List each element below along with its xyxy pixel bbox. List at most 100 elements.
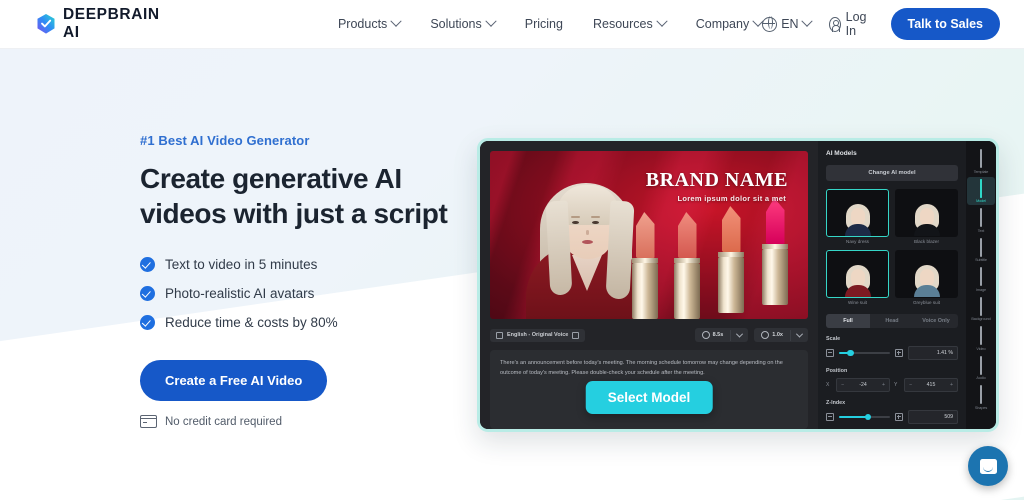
brand-logo-link[interactable]: DEEPBRAIN AI (36, 6, 175, 42)
user-circle-icon (828, 16, 841, 33)
rail-item-subtitle[interactable]: Subtitle (967, 236, 995, 265)
speed-dropdown-toggle[interactable] (790, 329, 808, 341)
tab-voice-only[interactable]: Voice Only (914, 314, 958, 328)
stage-brand-title: BRAND NAME (645, 169, 788, 191)
site-header: DEEPBRAIN AI Products Solutions Pricing … (0, 0, 1024, 49)
position-x-stepper[interactable]: − -24 + (836, 378, 890, 392)
rail-label: Model (976, 199, 986, 203)
editor-main-area: BRAND NAME Lorem ipsum dolor sit a met E… (480, 141, 818, 429)
rail-item-template[interactable]: Template (967, 147, 995, 176)
login-link[interactable]: Log In (828, 10, 873, 38)
nav-label: Company (695, 17, 750, 31)
brand-name: DEEPBRAIN AI (63, 6, 160, 41)
rail-label: Shapes (974, 405, 988, 410)
model-thumbnail[interactable]: Navy dress (826, 189, 889, 244)
plus-icon[interactable] (895, 413, 903, 421)
template-icon (980, 149, 982, 168)
rail-label: Subtitle (975, 258, 987, 262)
nav-item-pricing[interactable]: Pricing (525, 17, 563, 31)
nav-item-solutions[interactable]: Solutions (430, 15, 497, 31)
shapes-icon (980, 385, 982, 404)
duration-dropdown-toggle[interactable] (730, 329, 748, 341)
nav-label: Products (337, 17, 388, 31)
nav-item-company[interactable]: Company (695, 15, 764, 31)
duration-control[interactable]: 8.5s (694, 328, 749, 342)
zindex-slider-row: 509 (826, 410, 958, 424)
rail-item-shapes[interactable]: Shapes (967, 383, 995, 412)
lipstick-products (626, 198, 802, 319)
feature-label: Reduce time & costs by 80% (165, 315, 338, 330)
nav-label: Pricing (524, 17, 563, 31)
language-label: EN (781, 17, 799, 31)
minus-icon[interactable] (826, 349, 834, 357)
rail-item-video[interactable]: Video (967, 324, 995, 353)
create-free-ai-video-button[interactable]: Create a Free AI Video (140, 360, 328, 401)
credit-card-icon (140, 415, 157, 428)
panel-title: AI Models (826, 150, 857, 157)
rail-label: Template (973, 169, 989, 174)
hero-copy: #1 Best AI Video Generator Create genera… (140, 133, 470, 428)
talk-to-sales-button[interactable]: Talk to Sales (890, 8, 1000, 40)
chevron-down-icon (485, 15, 497, 27)
zindex-label: Z-Index (826, 400, 846, 406)
position-row: X − -24 + Y −415 + (826, 378, 958, 392)
model-icon (980, 178, 982, 198)
voice-selector-pill[interactable]: English - Original Voice (490, 328, 586, 342)
no-credit-card-note: No credit card required (140, 415, 470, 428)
position-y-stepper[interactable]: −415 + (904, 378, 958, 392)
scale-label: Scale (826, 336, 841, 342)
ai-models-panel: AI Models Change AI model Navy dress Bla… (818, 141, 966, 429)
scale-slider-row: 1.41 % (826, 346, 958, 360)
duration-value: 8.5s (712, 332, 724, 338)
headline-line-2: videos with just a script (140, 198, 448, 229)
text-icon (980, 208, 982, 227)
subtitle-icon (980, 237, 982, 257)
thumbnail-caption: Greyblue suit (912, 300, 941, 305)
voice-label: English - Original Voice (507, 332, 569, 338)
login-label: Log In (845, 10, 867, 38)
rail-item-model[interactable]: Model (967, 176, 995, 205)
minus-icon[interactable] (826, 413, 834, 421)
model-mode-tabs: Full Head Voice Only (826, 314, 958, 328)
model-thumbnail[interactable]: Wine suit (826, 250, 889, 305)
thumbnail-caption: Wine suit (848, 300, 867, 305)
rail-label: Video (976, 346, 986, 351)
scale-slider[interactable] (839, 349, 890, 357)
image-icon (980, 267, 982, 286)
rail-label: Audio (976, 376, 986, 380)
nav-label: Resources (592, 17, 653, 31)
rail-item-background[interactable]: Background (967, 295, 995, 324)
speed-control[interactable]: 1.0x (754, 328, 808, 342)
model-thumbnail[interactable]: Black blazer (895, 189, 958, 244)
tab-full[interactable]: Full (826, 314, 870, 328)
position-label: Position (826, 368, 848, 374)
zindex-slider[interactable] (839, 413, 890, 421)
nav-item-resources[interactable]: Resources (592, 15, 668, 31)
main-navigation: Products Solutions Pricing Resources Com… (337, 15, 764, 31)
header-actions: EN Log In Talk to Sales (761, 8, 1000, 40)
model-thumbnail[interactable]: Greyblue suit (895, 250, 958, 305)
rail-label: Text (977, 228, 985, 233)
editor-toolbar: English - Original Voice 8.5s 1.0x (490, 327, 808, 343)
chat-widget-button[interactable] (968, 446, 1008, 486)
change-ai-model-button[interactable]: Change AI model (826, 165, 958, 181)
select-model-button[interactable]: Select Model (585, 381, 713, 414)
hero-headline: Create generative AI videos with just a … (140, 161, 470, 231)
scale-value[interactable]: 1.41 % (908, 346, 958, 360)
rail-item-image[interactable]: Image (967, 265, 995, 294)
nav-item-products[interactable]: Products (337, 15, 402, 31)
rail-item-text[interactable]: Text (967, 206, 995, 235)
rail-item-audio[interactable]: Audio (967, 354, 995, 383)
plus-icon[interactable] (895, 349, 903, 357)
gauge-icon (761, 331, 770, 339)
tab-head[interactable]: Head (870, 314, 914, 328)
stage-brand-subtitle: Lorem ipsum dolor sit a met (677, 194, 786, 203)
globe-icon (761, 16, 778, 32)
position-x-value: -24 (859, 382, 867, 388)
language-selector[interactable]: EN (761, 15, 813, 32)
clock-icon (701, 331, 710, 339)
x-axis-label: X (826, 382, 830, 388)
toolbar-right-group: 8.5s 1.0x (694, 328, 808, 342)
zindex-value[interactable]: 509 (908, 410, 958, 424)
chat-bubble-icon (979, 458, 997, 474)
